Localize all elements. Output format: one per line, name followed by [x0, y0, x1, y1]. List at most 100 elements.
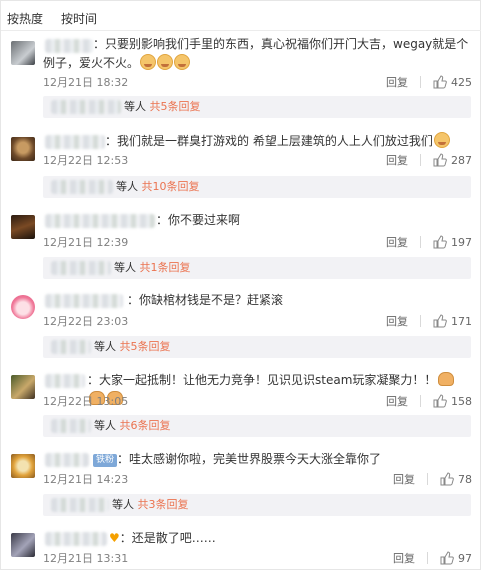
divider [427, 473, 428, 485]
like-button[interactable]: 158 [433, 394, 472, 408]
comment-actions: 回复 78 [393, 471, 472, 487]
fist-emoji-icon [438, 372, 455, 386]
like-button[interactable]: 171 [433, 314, 472, 328]
like-button[interactable]: 78 [440, 472, 472, 486]
reply-button[interactable]: 回复 [393, 471, 415, 487]
comment-actions: 回复 425 [386, 74, 472, 90]
divider [1, 30, 481, 31]
comment-text: ♥：还是散了吧…… [109, 531, 216, 545]
divider [427, 552, 428, 564]
tab-by-time[interactable]: 按时间 [61, 9, 97, 29]
divider [420, 154, 421, 166]
reply-button[interactable]: 回复 [386, 313, 408, 329]
like-count: 158 [451, 394, 472, 408]
sub-reply-usernames-blurred [51, 261, 111, 275]
avatar[interactable] [11, 295, 35, 319]
sub-replies-link[interactable]: 等人 共10条回复 [116, 179, 200, 195]
username-blurred[interactable] [45, 453, 89, 467]
sub-reply-usernames-blurred [51, 419, 91, 433]
like-button[interactable]: 287 [433, 153, 472, 167]
sub-reply-usernames-blurred [51, 498, 109, 512]
like-button[interactable]: 425 [433, 75, 472, 89]
avatar[interactable] [11, 533, 35, 557]
comment-item: 铁粉 ：哇太感谢你啦，完美世界股票今天大涨全靠你了 12月21日 14:23 回复… [1, 449, 481, 523]
comment-actions: 回复 197 [386, 234, 472, 250]
timestamp: 12月21日 13:31 [43, 552, 129, 565]
comment-item: ：你不要过来啊 12月21日 12:39 回复 197 等人 共1条回复 [1, 211, 481, 285]
fan-badge: 铁粉 [93, 454, 118, 467]
thumbs-up-icon [433, 314, 447, 328]
like-count: 287 [451, 153, 472, 167]
divider [420, 395, 421, 407]
thumbs-up-icon [433, 235, 447, 249]
sort-tabs: 按热度 按时间 [7, 9, 97, 29]
sub-replies-box: 等人 共3条回复 [43, 494, 471, 516]
sub-replies-link[interactable]: 等人 共1条回复 [114, 260, 191, 276]
sub-replies-box: 等人 共6条回复 [43, 415, 471, 437]
like-count: 171 [451, 314, 472, 328]
comment-text: ：你不要过来啊 [156, 213, 241, 227]
sub-replies-box: 等人 共5条回复 [43, 96, 471, 118]
comment-item: ：你缺棺材钱是不是？赶紧滚 12月22日 23:03 回复 171 等人 共5条… [1, 291, 481, 365]
divider [420, 315, 421, 327]
like-count: 78 [458, 472, 472, 486]
timestamp: 12月21日 14:23 [43, 473, 129, 486]
reply-button[interactable]: 回复 [386, 393, 408, 409]
avatar[interactable] [11, 215, 35, 239]
comments-panel: 按热度 按时间 ：只要别影响我们手里的东西，真心祝福你们开门大吉，wegay就是… [0, 0, 481, 570]
avatar[interactable] [11, 41, 35, 65]
like-count: 97 [458, 551, 472, 565]
username-blurred[interactable] [45, 214, 155, 228]
heart-icon: ♥ [109, 531, 120, 545]
thumbs-up-icon [433, 153, 447, 167]
timestamp: 12月22日 13:05 [43, 395, 129, 408]
sub-replies-link[interactable]: 等人 共5条回复 [94, 339, 171, 355]
sub-replies-box: 等人 共10条回复 [43, 176, 471, 198]
divider [420, 236, 421, 248]
comment-text: 铁粉 ：哇太感谢你啦，完美世界股票今天大涨全靠你了 [91, 450, 472, 469]
like-button[interactable]: 197 [433, 235, 472, 249]
like-count: 425 [451, 75, 472, 89]
comment-actions: 回复 287 [386, 152, 472, 168]
avatar[interactable] [11, 137, 35, 161]
reply-button[interactable]: 回复 [386, 74, 408, 90]
sub-replies-box: 等人 共1条回复 [43, 257, 471, 279]
thumbs-up-icon [440, 472, 454, 486]
comment-item: ：只要别影响我们手里的东西，真心祝福你们开门大吉，wegay就是个例子，爱火不火… [1, 35, 481, 121]
comment-item: ：我们就是一群臭打游戏的 希望上层建筑的人上人们放过我们 12月22日 12:5… [1, 131, 481, 205]
username-blurred[interactable] [45, 374, 85, 388]
comment-text: ：我们就是一群臭打游戏的 希望上层建筑的人上人们放过我们 [43, 132, 472, 151]
sub-replies-box: 等人 共5条回复 [43, 336, 471, 358]
reply-button[interactable]: 回复 [386, 152, 408, 168]
thumbs-up-icon [433, 75, 447, 89]
timestamp: 12月21日 18:32 [43, 76, 129, 89]
crying-emoji-icon [433, 132, 450, 148]
comment-text: ：只要别影响我们手里的东西，真心祝福你们开门大吉，wegay就是个例子，爱火不火… [43, 37, 469, 70]
avatar[interactable] [11, 375, 35, 399]
username-blurred[interactable] [45, 294, 123, 308]
comment-actions: 回复 158 [386, 393, 472, 409]
like-button[interactable]: 97 [440, 551, 472, 565]
timestamp: 12月22日 23:03 [43, 315, 129, 328]
sub-reply-usernames-blurred [51, 100, 121, 114]
thumbs-up-icon [433, 394, 447, 408]
avatar[interactable] [11, 454, 35, 478]
sub-replies-link[interactable]: 等人 共3条回复 [112, 497, 189, 513]
sub-replies-link[interactable]: 等人 共5条回复 [124, 99, 201, 115]
comment-item: ♥：还是散了吧…… 12月21日 13:31 回复 97 [1, 529, 481, 569]
comment-actions: 回复 97 [393, 550, 472, 566]
username-blurred[interactable] [45, 532, 107, 546]
sub-reply-usernames-blurred [51, 180, 113, 194]
reply-button[interactable]: 回复 [386, 234, 408, 250]
emoji-icon [157, 54, 174, 70]
tab-by-hot[interactable]: 按热度 [7, 9, 43, 29]
thumbs-up-icon [440, 551, 454, 565]
reply-button[interactable]: 回复 [393, 550, 415, 566]
sub-reply-usernames-blurred [51, 340, 91, 354]
comment-text: ：你缺棺材钱是不是？赶紧滚 [127, 293, 284, 307]
sub-replies-link[interactable]: 等人 共6条回复 [94, 418, 171, 434]
comment-item: ：大家一起抵制！让他无力竞争！见识见识steam玩家凝聚力！！ 12月22日 1… [1, 370, 481, 444]
timestamp: 12月21日 12:39 [43, 236, 129, 249]
emoji-icon [174, 54, 191, 70]
divider [420, 76, 421, 88]
